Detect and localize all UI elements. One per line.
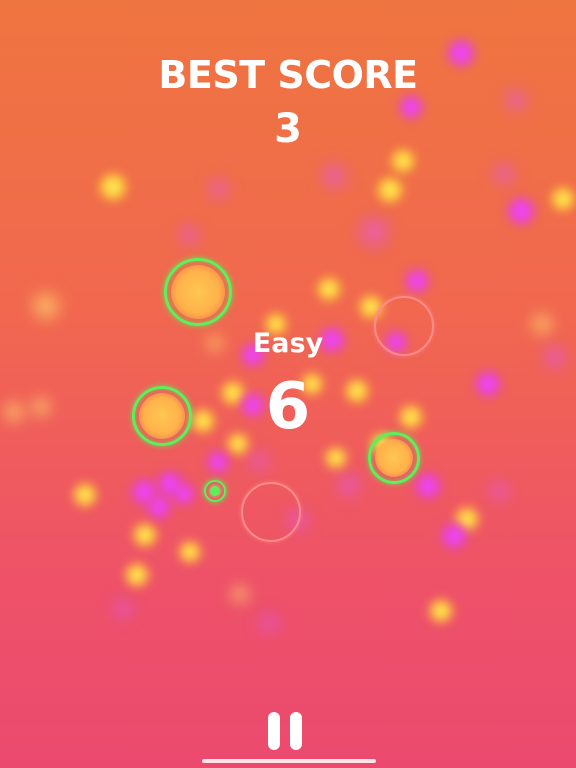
particle xyxy=(550,186,576,212)
particle xyxy=(404,268,430,294)
particle xyxy=(98,172,128,202)
particle xyxy=(146,494,172,520)
hazard-ring xyxy=(241,482,301,542)
particle xyxy=(110,596,136,622)
particle xyxy=(318,160,350,192)
particle xyxy=(206,450,230,474)
particle xyxy=(414,472,442,500)
particle xyxy=(176,222,202,248)
home-indicator[interactable] xyxy=(202,759,376,763)
particle xyxy=(206,176,232,202)
difficulty-label: Easy xyxy=(252,328,324,359)
particle xyxy=(486,478,512,504)
particle xyxy=(490,160,518,188)
pause-button[interactable] xyxy=(266,712,306,752)
particle xyxy=(334,470,364,500)
particle xyxy=(172,482,196,506)
particle xyxy=(132,522,158,548)
particle xyxy=(316,276,342,302)
particle xyxy=(376,176,404,204)
particle xyxy=(324,446,348,470)
particle xyxy=(72,482,98,508)
particle xyxy=(428,598,454,624)
particle xyxy=(256,610,282,636)
particle xyxy=(354,212,394,252)
player-orb[interactable] xyxy=(204,480,226,502)
particle xyxy=(178,540,202,564)
particle xyxy=(440,522,468,550)
particle xyxy=(228,582,252,606)
current-score: 6 xyxy=(265,370,311,444)
best-score-value: 3 xyxy=(274,106,302,152)
game-stage[interactable]: BEST SCORE 3 Easy 6 xyxy=(0,0,576,768)
particle xyxy=(246,448,272,474)
particle xyxy=(28,288,64,324)
best-score-label: BEST SCORE xyxy=(158,53,418,97)
particle xyxy=(124,562,150,588)
particle xyxy=(506,196,536,226)
target-orb xyxy=(164,258,232,326)
